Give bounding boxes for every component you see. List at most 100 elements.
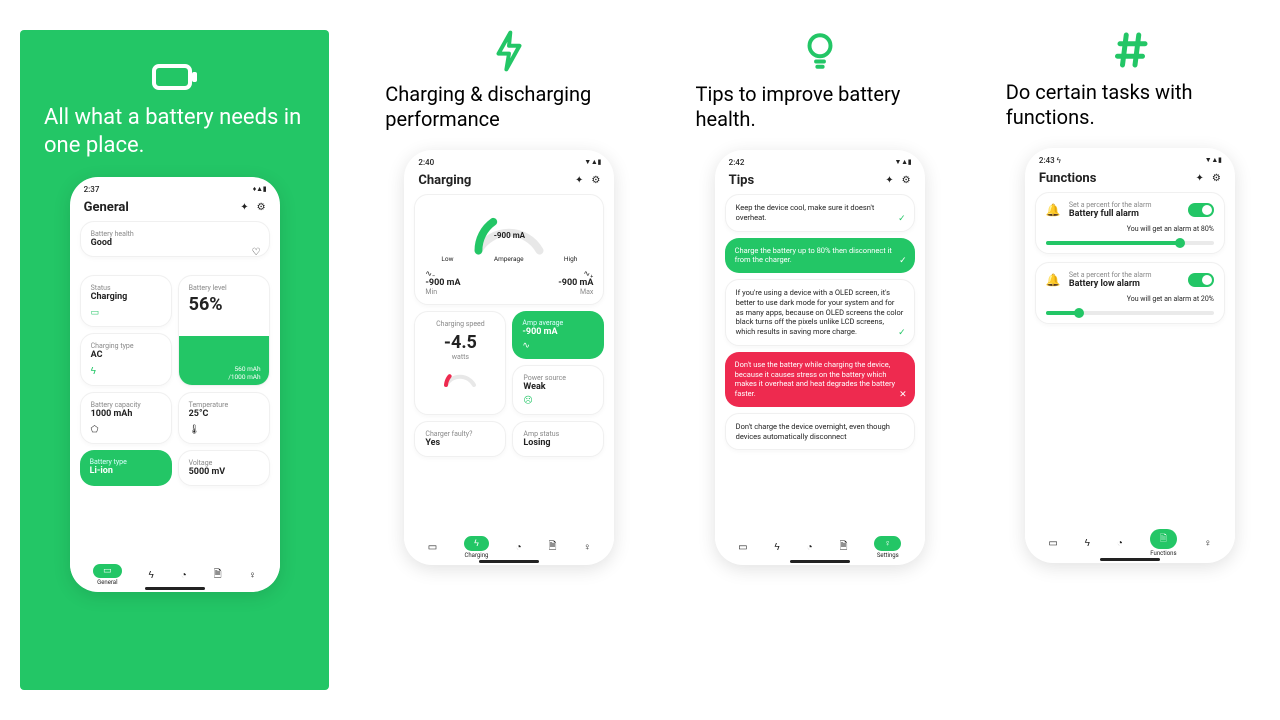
bottom-nav: ▭ ϟCharging ◔ 🗎 ♀: [404, 532, 614, 561]
nav-general-icon[interactable]: ▭: [1048, 538, 1057, 549]
percent-slider[interactable]: [1046, 241, 1214, 245]
card-charging-type[interactable]: Charging type AC ϟ: [80, 333, 172, 386]
tip-card[interactable]: Don't charge the device overnight, even …: [725, 413, 915, 451]
tip-card-active[interactable]: Charge the battery up to 80% then discon…: [725, 238, 915, 274]
nav-general-icon[interactable]: ▭: [738, 542, 747, 553]
value: Weak: [523, 382, 593, 392]
min-val: -900 mA: [425, 278, 460, 288]
status-time: 2:43 ϟ: [1039, 156, 1061, 165]
nav-history-icon[interactable]: ◔: [181, 570, 187, 581]
screen-header: Charging ✦ ⚙: [404, 169, 614, 194]
gear-icon[interactable]: ⚙: [591, 175, 600, 186]
nav-general-icon[interactable]: ▭: [428, 542, 437, 553]
check-icon: ✓: [899, 256, 907, 268]
gear-icon[interactable]: ⚙: [902, 175, 911, 186]
value: -4.5: [425, 332, 495, 353]
gauge: -900 mA: [464, 207, 554, 255]
tip-text: If you're using a device with a OLED scr…: [736, 288, 904, 336]
battery-icon: ▭: [93, 564, 122, 578]
nav-functions[interactable]: 🗎Functions: [1150, 529, 1177, 557]
card-voltage[interactable]: Voltage 5000 mV: [178, 450, 270, 486]
card-status[interactable]: Status Charging ▭: [80, 275, 172, 327]
min-lbl: Min: [425, 288, 460, 296]
nav-file-icon[interactable]: 🗎: [840, 539, 848, 556]
card-battery-type[interactable]: Battery type Li-ion: [80, 450, 172, 486]
nav-tips-icon[interactable]: ♀: [583, 542, 591, 553]
tip-card-warning[interactable]: Don't use the battery while charging the…: [725, 352, 915, 407]
nav-charging-icon[interactable]: ϟ: [774, 542, 779, 553]
bolt-small-icon: ϟ: [91, 366, 161, 377]
cube-icon: ⬠: [91, 425, 161, 435]
card-charging-speed[interactable]: Charging speed -4.5 watts: [414, 311, 506, 415]
max-val: -900 mA: [558, 278, 593, 288]
tip-card[interactable]: If you're using a device with a OLED scr…: [725, 279, 915, 346]
max-lbl: Max: [558, 288, 593, 296]
toggle-switch[interactable]: [1188, 273, 1214, 287]
nav-label: Settings: [877, 552, 899, 559]
card-amp-status[interactable]: Amp status Losing: [512, 421, 604, 457]
card-amp-average[interactable]: Amp average -900 mA ∿: [512, 311, 604, 359]
card-amperage-gauge[interactable]: -900 mA LowAmperageHigh ∿₋-900 mAMin ∿₊-…: [414, 194, 604, 305]
screen-header: Functions ✦⚙: [1025, 167, 1235, 192]
card-temperature[interactable]: Temperature 25°C 🌡: [178, 392, 270, 444]
value: Charging: [91, 292, 161, 302]
bottom-nav: ▭General ϟ ◔ 🗎 ♀: [70, 560, 280, 588]
screen-title: Charging: [418, 173, 471, 188]
nav-charging-icon[interactable]: ϟ: [1085, 538, 1090, 549]
phone-functions: 2:43 ϟ▼ ▲ ▮ Functions ✦⚙ 🔔 Set a percent…: [1025, 148, 1235, 563]
level-sub: 560 mAh /1000 mAh: [228, 365, 260, 381]
value: Losing: [523, 438, 593, 448]
sparkle-icon[interactable]: ✦: [240, 202, 248, 213]
nav-tips-icon[interactable]: ♀: [1204, 538, 1212, 549]
face-icon: ☹: [523, 396, 593, 406]
nav-general[interactable]: ▭General: [93, 564, 122, 586]
check-icon: ✓: [898, 328, 906, 340]
hash-icon: [1110, 30, 1150, 70]
promo-tips: Tips to improve battery health. 2:42▼ ▲ …: [690, 30, 950, 690]
screen-header: Tips ✦⚙: [715, 169, 925, 194]
nav-file-icon[interactable]: 🗎: [214, 567, 222, 584]
status-icons: ▼ ▲ ▮: [1205, 156, 1221, 165]
nav-settings[interactable]: ♀Settings: [874, 536, 901, 559]
label: Charging type: [91, 342, 161, 350]
label: Temperature: [189, 401, 259, 409]
nav-charging-icon[interactable]: ϟ: [149, 570, 154, 581]
card-battery-full-alarm[interactable]: 🔔 Set a percent for the alarm Battery fu…: [1035, 192, 1225, 254]
heart-icon[interactable]: ♡: [252, 247, 261, 258]
nav-file-icon[interactable]: 🗎: [549, 539, 557, 556]
promo-headline: Charging & discharging performance: [379, 82, 639, 132]
nav-history-icon[interactable]: ◔: [516, 542, 522, 553]
status-time: 2:37: [84, 185, 100, 194]
toggle-switch[interactable]: [1188, 203, 1214, 217]
tip-card[interactable]: Keep the device cool, make sure it doesn…: [725, 194, 915, 232]
unit: watts: [425, 353, 495, 361]
status-time: 2:42: [729, 158, 745, 167]
promo-charging: Charging & discharging performance 2:40▼…: [379, 30, 639, 690]
label: Battery health: [91, 230, 259, 238]
percent-slider[interactable]: [1046, 311, 1214, 315]
label: Amp status: [523, 430, 593, 438]
nav-tips-icon[interactable]: ♀: [249, 570, 257, 581]
sparkle-icon[interactable]: ✦: [575, 175, 583, 186]
bolt-icon: ϟ: [464, 536, 489, 551]
card-capacity[interactable]: Battery capacity 1000 mAh ⬠: [80, 392, 172, 444]
value: AC: [91, 350, 161, 360]
sparkle-icon[interactable]: ✦: [885, 175, 893, 186]
alarm-msg: You will get an alarm at 20%: [1046, 295, 1214, 303]
card-charger-faulty[interactable]: Charger faulty? Yes: [414, 421, 506, 457]
nav-history-icon[interactable]: ◔: [807, 542, 813, 553]
card-battery-health[interactable]: Battery health Good ♡: [80, 221, 270, 257]
card-battery-low-alarm[interactable]: 🔔 Set a percent for the alarm Battery lo…: [1035, 262, 1225, 324]
home-indicator: [145, 587, 205, 590]
gear-icon[interactable]: ⚙: [1212, 173, 1221, 184]
home-indicator: [1100, 558, 1160, 561]
check-icon: ✓: [898, 214, 906, 226]
sparkle-icon[interactable]: ✦: [1196, 173, 1204, 184]
value: Good: [91, 238, 259, 248]
card-battery-level[interactable]: Battery level 56% 560 mAh /1000 mAh: [178, 275, 270, 386]
nav-charging[interactable]: ϟCharging: [464, 536, 489, 559]
bulb-icon: ♀: [874, 536, 901, 551]
card-power-source[interactable]: Power source Weak ☹: [512, 365, 604, 415]
gear-icon[interactable]: ⚙: [257, 202, 266, 213]
nav-history-icon[interactable]: ◔: [1117, 538, 1123, 549]
